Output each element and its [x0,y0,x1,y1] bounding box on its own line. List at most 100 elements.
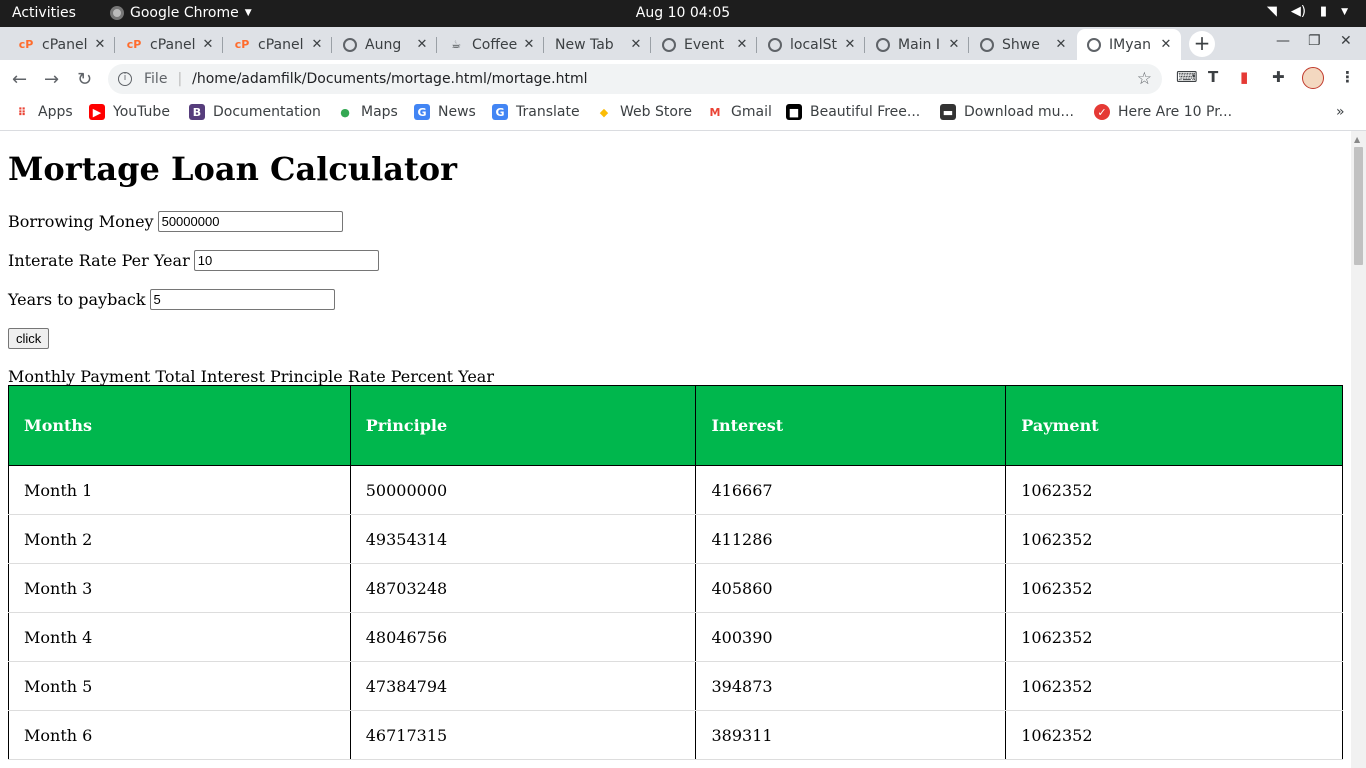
new-tab-button[interactable]: + [1189,31,1215,57]
rate-label: Interate Rate Per Year [8,251,190,270]
calculate-button[interactable]: click [8,328,50,349]
interest-cell: 394873 [695,661,1007,711]
close-tab-icon[interactable]: ✕ [1052,37,1070,52]
reload-icon[interactable]: ↻ [77,69,92,90]
profile-avatar[interactable] [1302,67,1324,89]
activities-button[interactable]: Activities [12,5,76,21]
interest-cell: 389311 [695,710,1007,760]
tab-9[interactable]: Shwe ✕ [970,29,1076,60]
globe-icon [876,37,890,52]
tab-title: New Tab [555,36,614,53]
info-icon[interactable]: i [118,72,132,86]
page-content: Mortage Loan Calculator Borrowing Money … [0,131,1351,768]
tab-10[interactable]: IMyan ✕ [1077,29,1181,60]
extensions-puzzle-icon[interactable]: ✚ [1272,68,1285,86]
bookmark-extension-icon[interactable]: ▮ [1240,68,1248,86]
header-months: Months [8,385,351,466]
close-tab-icon[interactable]: ✕ [199,37,217,52]
cpanel-icon: cP [18,38,34,51]
principle-cell: 49354314 [349,514,697,564]
tab-separator [543,37,544,53]
years-input[interactable] [149,289,335,310]
close-tab-icon[interactable]: ✕ [841,37,859,52]
page-scrollbar[interactable]: ▲ [1351,131,1366,768]
month-cell: Month 4 [8,612,351,662]
summary-text: Monthly Payment Total Interest Principle… [8,367,494,386]
close-tab-icon[interactable]: ✕ [413,37,431,52]
tab-separator [114,37,115,53]
close-tab-icon[interactable]: ✕ [627,37,645,52]
table-row: Month 6 46717315 389311 1062352 [8,710,1343,760]
bookmark-star-icon[interactable]: ☆ [1137,69,1152,89]
url-text[interactable]: /home/adamfilk/Documents/mortage.html/mo… [192,71,1137,87]
back-icon[interactable]: ← [12,69,27,90]
close-tab-icon[interactable]: ✕ [308,37,326,52]
tab-0[interactable]: cP cPanel ✕ [8,29,115,60]
address-bar[interactable]: i File | /home/adamfilk/Documents/mortag… [108,64,1162,94]
bookmark-item[interactable]: ▬ Download mu... [940,104,1074,120]
principle-cell: 46717315 [349,710,697,760]
tab-title: cPanel [150,36,196,53]
close-tab-icon[interactable]: ✕ [1157,37,1175,52]
tab-title: localSt [790,36,837,53]
close-tab-icon[interactable]: ✕ [520,37,538,52]
tab-3[interactable]: Aung ✕ [333,29,437,60]
globe-icon [1087,37,1101,52]
table-row: Month 2 49354314 411286 1062352 [8,514,1343,564]
cpanel-icon: cP [234,38,250,51]
volume-icon: ◀) [1290,4,1306,19]
bookmark-item[interactable]: G Translate [492,104,580,120]
news-icon: G [414,104,430,120]
coffee-icon: ☕ [451,38,461,51]
scrollbar-thumb[interactable] [1354,147,1363,265]
principle-cell: 48046756 [349,612,697,662]
text-extension-icon[interactable]: T [1208,68,1218,86]
forward-icon[interactable]: → [44,69,59,90]
bookmarks-overflow-icon[interactable]: » [1336,104,1345,120]
payment-cell: 1062352 [1005,465,1343,515]
bookmark-item[interactable]: G News [414,104,476,120]
close-tab-icon[interactable]: ✕ [733,37,751,52]
tab-5[interactable]: New Tab ✕ [545,29,651,60]
bookmark-item[interactable]: ◆ Web Store [596,104,692,120]
tab-1[interactable]: cP cPanel ✕ [116,29,223,60]
bookmark-item[interactable]: M Gmail [707,104,772,120]
system-tray[interactable]: ◥ ◀) ▮ ▼ [1267,4,1348,19]
tab-4[interactable]: ☕ Coffee ✕ [438,29,544,60]
globe-icon [768,37,782,52]
gmail-icon: M [709,105,721,119]
tab-7[interactable]: localSt ✕ [758,29,865,60]
bookmark-item[interactable]: B Documentation [189,104,321,120]
bookmark-label: Documentation [213,104,321,120]
minimize-icon[interactable]: — [1276,33,1290,49]
restore-icon[interactable]: ❐ [1308,33,1321,49]
scroll-up-icon[interactable]: ▲ [1354,135,1360,144]
bookmark-item[interactable]: ⠿ Apps [14,104,73,120]
rate-input[interactable] [193,250,379,271]
close-tab-icon[interactable]: ✕ [945,37,963,52]
keyboard-extension-icon[interactable]: ⌨ [1176,68,1198,86]
tab-separator [331,37,332,53]
bookmark-item[interactable]: ✓ Here Are 10 Pr... [1094,104,1232,120]
tab-2[interactable]: cP cPanel ✕ [224,29,332,60]
close-window-icon[interactable]: ✕ [1340,33,1352,49]
bookmark-label: Translate [516,104,580,120]
payment-cell: 1062352 [1005,563,1343,613]
month-cell: Month 3 [8,563,351,613]
tab-8[interactable]: Main I ✕ [866,29,969,60]
close-tab-icon[interactable]: ✕ [91,37,109,52]
chrome-menu-icon[interactable]: ⋮ [1340,68,1355,86]
principle-cell: 47384794 [349,661,697,711]
principle-cell: 50000000 [349,465,697,515]
article-icon: ✓ [1094,104,1110,120]
principle-cell: 48703248 [349,563,697,613]
tab-6[interactable]: Event ✕ [652,29,757,60]
bookmark-item[interactable]: ● Maps [337,104,398,120]
bookmark-item[interactable]: ▶ YouTube [89,104,170,120]
borrowing-input[interactable] [157,211,343,232]
battery-icon: ▮ [1319,4,1328,19]
payment-cell: 1062352 [1005,710,1343,760]
table-row: Month 5 47384794 394873 1062352 [8,661,1343,711]
bookmark-item[interactable]: ■ Beautiful Free... [786,104,920,120]
app-menu[interactable]: Google Chrome ▼ [110,5,252,21]
